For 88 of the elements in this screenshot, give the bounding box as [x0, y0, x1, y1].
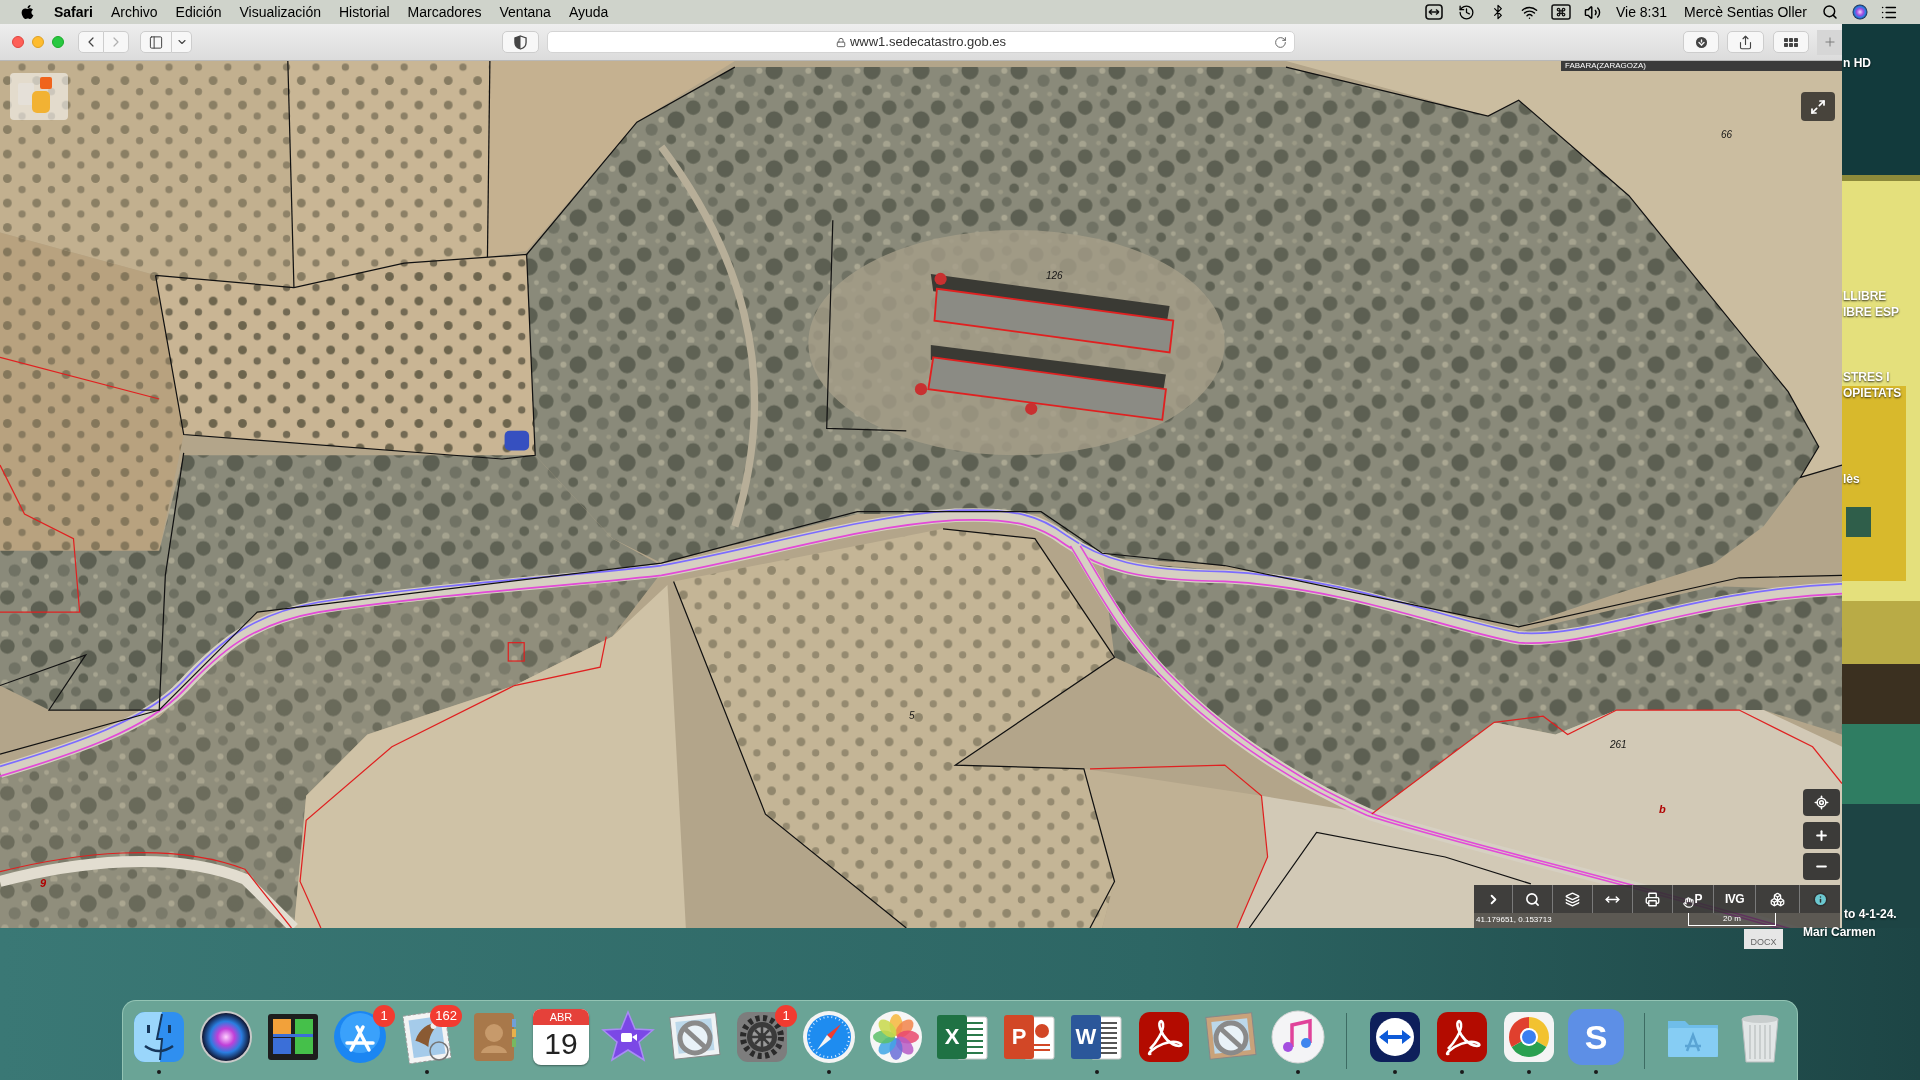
face-icon[interactable]: [131, 1009, 187, 1065]
shield-icon: [514, 34, 527, 50]
desktop-file-label[interactable]: Mari Carmen: [1803, 926, 1876, 939]
sphere-icon[interactable]: [1852, 4, 1868, 20]
menu-item[interactable]: Archivo: [110, 1, 158, 23]
search-icon[interactable]: [1822, 4, 1838, 20]
parcel-label: 5: [909, 710, 915, 722]
sidebar-button[interactable]: [140, 31, 172, 53]
swirl-icon[interactable]: [1434, 1009, 1490, 1065]
download-button[interactable]: [1683, 31, 1719, 53]
ivg-button[interactable]: IVG: [1713, 885, 1755, 913]
crosshair-icon: [1814, 795, 1829, 810]
measure-button[interactable]: [1592, 885, 1632, 913]
tabs-button[interactable]: [1773, 31, 1809, 53]
close-button[interactable]: [12, 36, 24, 48]
layers-icon: [1565, 891, 1580, 907]
app-letter: P: [1010, 1023, 1028, 1051]
desktop-file-label[interactable]: n HD: [1843, 57, 1871, 70]
parcel-label: 66: [1721, 129, 1733, 141]
reload-icon: [1274, 36, 1287, 49]
hand-icon: [1683, 897, 1695, 908]
file-type-label: DOCX: [1750, 937, 1777, 948]
locate-button[interactable]: [1803, 789, 1840, 816]
notification-badge: 162: [430, 1005, 462, 1027]
info-icon: [1812, 891, 1828, 907]
zoom-out-button[interactable]: [1803, 853, 1840, 880]
tab-grid-icon: [1784, 37, 1798, 47]
notification-badge: 1: [373, 1005, 395, 1027]
boxes-icon: [1770, 891, 1785, 907]
calendar-icon[interactable]: ABR 19: [533, 1009, 589, 1065]
plus-icon: [1814, 828, 1829, 843]
app-letter: X: [943, 1023, 961, 1051]
command-key-icon[interactable]: [1550, 4, 1571, 20]
app-letter: S: [1584, 1017, 1608, 1057]
parcel-label: b: [1659, 803, 1666, 815]
hand-button[interactable]: P: [1672, 885, 1713, 913]
printer-icon: [1645, 891, 1660, 907]
volume-icon[interactable]: [1582, 3, 1602, 21]
clock-history-icon[interactable]: [1457, 3, 1475, 21]
notification-badge: 1: [775, 1005, 797, 1027]
compass-icon[interactable]: [801, 1009, 857, 1065]
sidebar-icon: [148, 34, 164, 50]
segmented-ring-icon[interactable]: [1501, 1009, 1557, 1065]
lock-icon: [835, 36, 846, 48]
layers-button[interactable]: [1552, 885, 1592, 913]
expand-icon: [1810, 98, 1826, 115]
menu-item[interactable]: Ayuda: [568, 1, 609, 23]
plus-icon: [1822, 35, 1837, 49]
menu-item[interactable]: Historial: [339, 1, 390, 23]
gear-icon[interactable]: [734, 1009, 790, 1065]
apple-icon[interactable]: [20, 4, 35, 20]
parcel-label: 261: [1610, 739, 1627, 751]
calendar-month: ABR: [533, 1009, 589, 1025]
swirl-icon[interactable]: [1136, 1009, 1192, 1065]
flower-icon[interactable]: [868, 1009, 924, 1065]
app-menu[interactable]: Safari: [54, 1, 93, 23]
app-letter: W: [1074, 1023, 1098, 1051]
menu-item[interactable]: Edición: [175, 1, 222, 23]
music-note-icon[interactable]: [1270, 1009, 1326, 1065]
file-icon[interactable]: DOCX: [1744, 929, 1783, 949]
calendar-day: 19: [533, 1025, 589, 1063]
download-icon: [1693, 34, 1709, 50]
info-button[interactable]: [1799, 885, 1840, 913]
user-name[interactable]: Mercè Sentias Oller: [1684, 1, 1807, 23]
print-button[interactable]: [1632, 885, 1672, 913]
coordinates-text: 41.179651, 0.153713: [1476, 915, 1552, 925]
sphere-icon[interactable]: [198, 1009, 254, 1065]
address-field[interactable]: www1.sedecatastro.gob.es: [547, 31, 1295, 53]
menu-item[interactable]: Visualización: [239, 1, 321, 23]
clock-text[interactable]: Vie 8:31: [1615, 1, 1668, 23]
share-button[interactable]: [1727, 31, 1764, 53]
share-icon: [1738, 34, 1753, 50]
privacy-button[interactable]: [502, 31, 539, 53]
search-icon: [1525, 891, 1540, 907]
cubes-button[interactable]: [1755, 885, 1799, 913]
expand-toolbar-button[interactable]: [1474, 885, 1512, 913]
scale-bar: 20 m: [1688, 913, 1776, 926]
region-label: FABARA(ZARAGOZA): [1561, 61, 1842, 71]
search-button[interactable]: [1512, 885, 1552, 913]
menu-item[interactable]: Ventana: [499, 1, 551, 23]
parcel-label: 126: [1046, 270, 1063, 282]
dropdown-button[interactable]: [172, 31, 192, 53]
desktop-file-label[interactable]: to 4-1-24.: [1844, 908, 1897, 921]
a-strokes-icon[interactable]: [332, 1009, 388, 1065]
zoom-in-button[interactable]: [1803, 822, 1840, 849]
parcel-label: 9: [40, 877, 47, 889]
fullscreen-button[interactable]: [1801, 92, 1835, 121]
menu-item[interactable]: Marcadores: [407, 1, 482, 23]
